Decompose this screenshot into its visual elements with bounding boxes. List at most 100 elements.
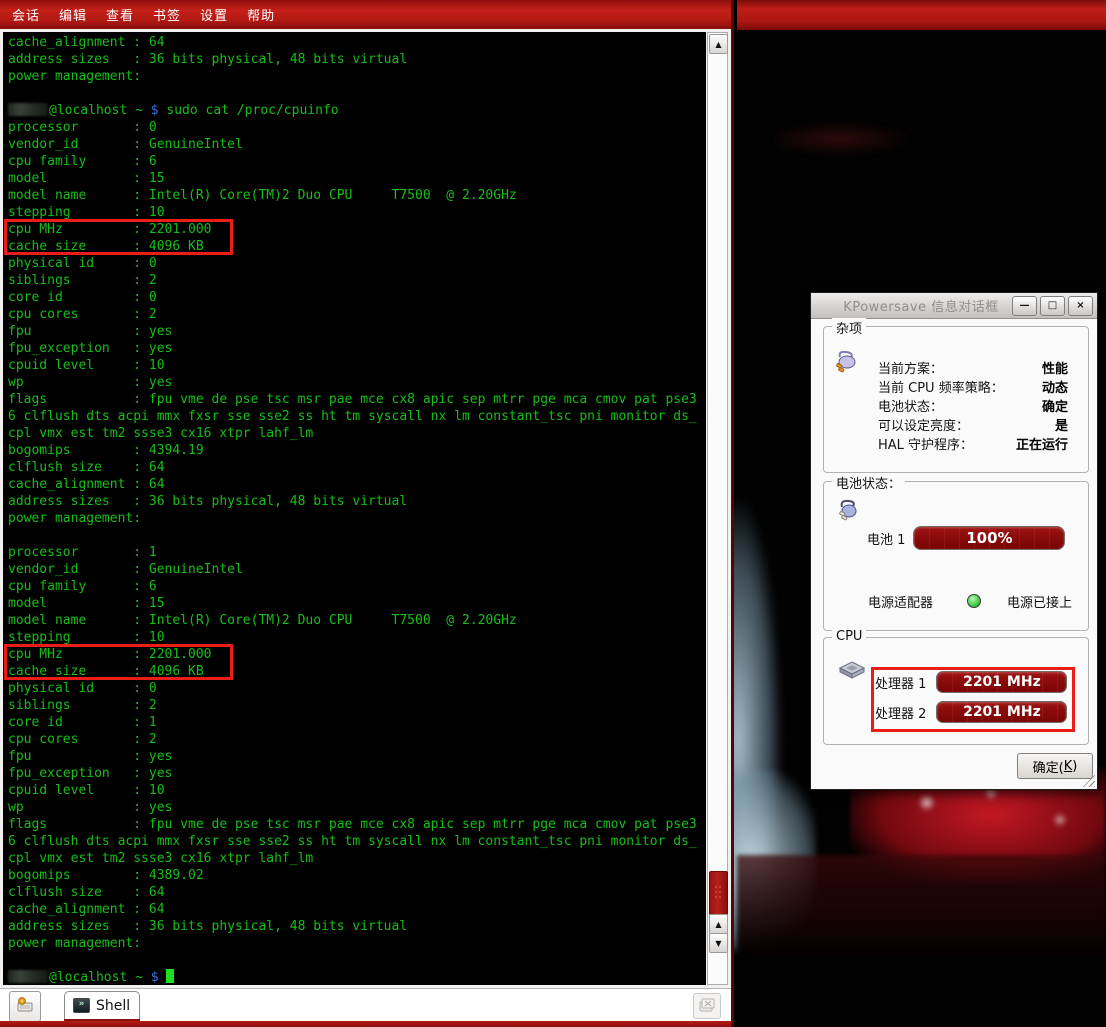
adapter-label: 电源适配器 bbox=[868, 592, 933, 611]
new-session-icon bbox=[16, 996, 34, 1018]
redacted-username bbox=[8, 103, 48, 116]
terminal-line: address sizes : 36 bits physical, 48 bit… bbox=[8, 493, 706, 510]
terminal-cursor bbox=[166, 969, 174, 983]
scroll-up-button[interactable]: ▲ bbox=[709, 34, 728, 54]
scroll-up-button-bottom[interactable]: ▲ bbox=[709, 914, 728, 934]
terminal-line: wp : yes bbox=[8, 374, 706, 391]
close-button[interactable]: × bbox=[1068, 296, 1093, 316]
menu-item[interactable]: 帮助 bbox=[247, 5, 275, 24]
tab-bar: » Shell bbox=[0, 988, 731, 1022]
window-bottom-border bbox=[0, 1021, 731, 1027]
terminal-line: cpu cores : 2 bbox=[8, 306, 706, 323]
misc-row: 当前方案： 性能 bbox=[878, 358, 1068, 377]
battery-label: 电池 1 bbox=[867, 529, 905, 548]
scrollbar-thumb[interactable] bbox=[709, 871, 728, 915]
misc-value: 性能 bbox=[1042, 358, 1068, 377]
terminal-line: cpu family : 6 bbox=[8, 153, 706, 170]
annotation-box-cpu-mhz-2 bbox=[4, 644, 233, 680]
menu-item[interactable]: 设置 bbox=[200, 5, 228, 24]
menu-bar: 会话编辑查看书签设置帮助 bbox=[0, 0, 731, 29]
misc-value: 正在运行 bbox=[1016, 434, 1068, 453]
minimize-button[interactable]: — bbox=[1012, 296, 1037, 316]
konsole-window: 会话编辑查看书签设置帮助 cache_alignment : 64address… bbox=[0, 0, 734, 1027]
terminal-line: cache_alignment : 64 bbox=[8, 476, 706, 493]
misc-label: HAL 守护程序： bbox=[878, 434, 973, 453]
adapter-status: 电源已接上 bbox=[1007, 592, 1072, 611]
terminal-line: processor : 1 bbox=[8, 544, 706, 561]
cpu-chip-icon bbox=[838, 660, 866, 684]
redacted-username bbox=[8, 970, 48, 983]
misc-value: 动态 bbox=[1042, 377, 1068, 396]
terminal-icon: » bbox=[73, 998, 90, 1013]
dialog-title-bar[interactable]: KPowersave 信息对话框 — □ × bbox=[811, 293, 1097, 319]
terminal-line: model name : Intel(R) Core(TM)2 Duo CPU … bbox=[8, 612, 706, 629]
terminal-line: 6 clflush dts acpi mmx fxsr sse sse2 ss … bbox=[8, 833, 706, 850]
terminal-line: vendor_id : GenuineIntel bbox=[8, 136, 706, 153]
background-red-bar bbox=[737, 0, 1106, 30]
terminal-line: cpl vmx est tm2 ssse3 cx16 xtpr lahf_lm bbox=[8, 425, 706, 442]
terminal-line: physical id : 0 bbox=[8, 680, 706, 697]
terminal-line: flags : fpu vme de pse tsc msr pae mce c… bbox=[8, 816, 706, 833]
misc-rows: 当前方案：性能 当前 CPU 频率策略：动态 电池状态：确定 可以设定亮度：是 … bbox=[878, 358, 1068, 453]
screen: 会话编辑查看书签设置帮助 cache_alignment : 64address… bbox=[0, 0, 1106, 1027]
power-cable-icon bbox=[837, 498, 861, 526]
terminal-line: model : 15 bbox=[8, 170, 706, 187]
terminal-prompt-line: @localhost ~ $ bbox=[8, 969, 706, 985]
terminal-line: model name : Intel(R) Core(TM)2 Duo CPU … bbox=[8, 187, 706, 204]
misc-legend: 杂项 bbox=[832, 318, 866, 337]
terminal-line bbox=[8, 952, 706, 969]
terminal-frame: cache_alignment : 64address sizes : 36 b… bbox=[0, 29, 731, 988]
tab-shell[interactable]: » Shell bbox=[64, 991, 140, 1019]
misc-groupbox: 杂项 当前方案：性能 当前 CPU 频率策略：动态 电池状态：确定 可以设定亮度… bbox=[823, 326, 1089, 473]
scroll-down-button[interactable]: ▼ bbox=[709, 933, 728, 953]
terminal-line: 6 clflush dts acpi mmx fxsr sse sse2 ss … bbox=[8, 408, 706, 425]
misc-value: 确定 bbox=[1042, 396, 1068, 415]
ok-button[interactable]: 确定(K) bbox=[1017, 753, 1093, 779]
battery-row: 电池 1 100% bbox=[867, 526, 1074, 550]
menu-item[interactable]: 书签 bbox=[153, 5, 181, 24]
wallpaper-smudge bbox=[775, 122, 915, 156]
misc-row: 可以设定亮度： 是 bbox=[878, 415, 1068, 434]
terminal-line: bogomips : 4394.19 bbox=[8, 442, 706, 459]
terminal-line: cache_alignment : 64 bbox=[8, 901, 706, 918]
terminal-line: cpl vmx est tm2 ssse3 cx16 xtpr lahf_lm bbox=[8, 850, 706, 867]
ok-button-text: ) bbox=[1072, 759, 1077, 774]
terminal-line: clflush size : 64 bbox=[8, 884, 706, 901]
menu-item[interactable]: 编辑 bbox=[59, 5, 87, 24]
misc-label: 当前方案： bbox=[878, 358, 943, 377]
maximize-button[interactable]: □ bbox=[1040, 296, 1065, 316]
terminal-line: cpuid level : 10 bbox=[8, 357, 706, 374]
new-session-button[interactable] bbox=[9, 991, 41, 1022]
misc-row: 电池状态： 确定 bbox=[878, 396, 1068, 415]
terminal-line bbox=[8, 85, 706, 102]
terminal-line: wp : yes bbox=[8, 799, 706, 816]
terminal-line: address sizes : 36 bits physical, 48 bit… bbox=[8, 918, 706, 935]
up-arrow-icon: ▲ bbox=[715, 920, 721, 929]
terminal-line: model : 15 bbox=[8, 595, 706, 612]
battery-legend: 电池状态： bbox=[832, 473, 905, 492]
misc-label: 电池状态： bbox=[878, 396, 943, 415]
terminal-output[interactable]: cache_alignment : 64address sizes : 36 b… bbox=[3, 32, 706, 985]
menu-item[interactable]: 查看 bbox=[106, 5, 134, 24]
up-arrow-icon: ▲ bbox=[715, 40, 721, 49]
terminal-line: processor : 0 bbox=[8, 119, 706, 136]
detach-session-button[interactable] bbox=[693, 993, 721, 1019]
menu-item[interactable]: 会话 bbox=[12, 5, 40, 24]
down-arrow-icon: ▼ bbox=[715, 939, 721, 948]
detach-icon bbox=[699, 997, 715, 1016]
wallpaper-dark-band bbox=[737, 855, 1106, 960]
terminal-line: address sizes : 36 bits physical, 48 bit… bbox=[8, 51, 706, 68]
prompt-tilde: ~ bbox=[135, 103, 151, 118]
misc-value: 是 bbox=[1055, 415, 1068, 434]
terminal-line: fpu : yes bbox=[8, 323, 706, 340]
misc-label: 可以设定亮度： bbox=[878, 415, 969, 434]
prompt-host: @localhost bbox=[49, 103, 135, 118]
terminal-scrollbar[interactable]: ▲ ▲ ▼ bbox=[707, 32, 728, 985]
misc-row: 当前 CPU 频率策略：动态 bbox=[878, 377, 1068, 396]
terminal-line: power management: bbox=[8, 935, 706, 952]
misc-row: HAL 守护程序： 正在运行 bbox=[878, 434, 1068, 453]
terminal-line: siblings : 2 bbox=[8, 697, 706, 714]
terminal-line: cpuid level : 10 bbox=[8, 782, 706, 799]
cpu-legend: CPU bbox=[832, 629, 866, 644]
prompt-tilde: ~ bbox=[135, 970, 151, 985]
